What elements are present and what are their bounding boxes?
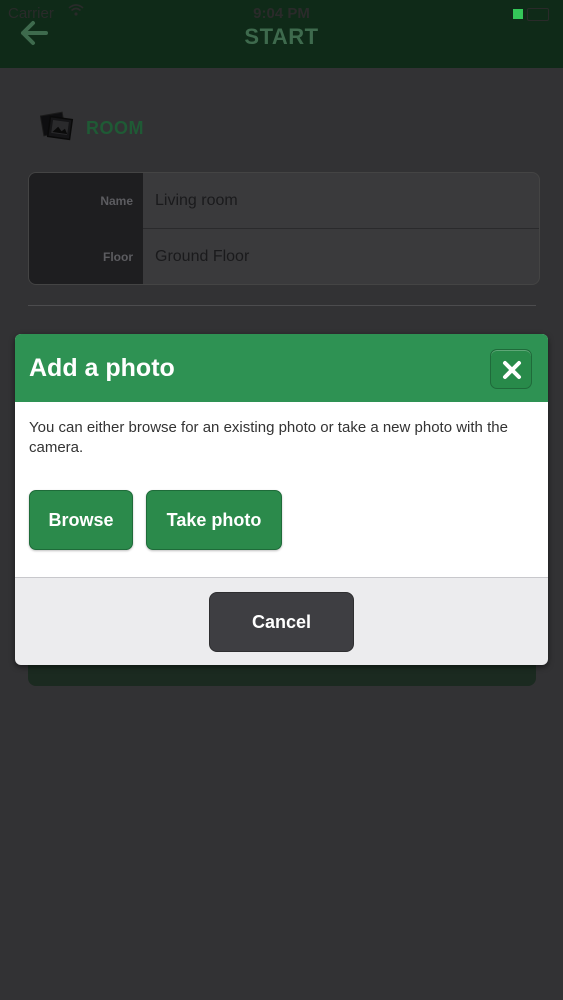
dialog-footer-divider [15,577,548,578]
name-label: Name [100,194,133,208]
close-button[interactable] [490,349,532,389]
photos-icon [39,110,74,142]
form-row-floor[interactable]: Floor Ground Floor [29,229,539,284]
dialog-body: You can either browse for an existing ph… [15,402,548,577]
take-photo-button[interactable]: Take photo [146,490,282,550]
cancel-button[interactable]: Cancel [209,592,354,652]
section-divider [28,305,536,306]
form-row-name[interactable]: Name Living room [29,173,539,228]
name-field[interactable]: Living room [155,192,238,210]
battery-icon [513,7,553,21]
status-bar: Carrier 9:04 PM [0,0,563,28]
status-time: 9:04 PM [253,5,310,22]
close-icon [503,361,521,379]
browse-button[interactable]: Browse [29,490,133,550]
dialog-header: Add a photo [15,334,548,402]
floor-label: Floor [103,250,133,264]
floor-field[interactable]: Ground Floor [155,248,249,266]
dialog-title: Add a photo [29,354,175,382]
add-photo-dialog: Add a photo You can either browse for an… [15,334,548,665]
section-title: ROOM [86,118,144,138]
dialog-description: You can either browse for an existing ph… [29,419,508,456]
room-form: Name Living room Floor Ground Floor [28,172,540,285]
